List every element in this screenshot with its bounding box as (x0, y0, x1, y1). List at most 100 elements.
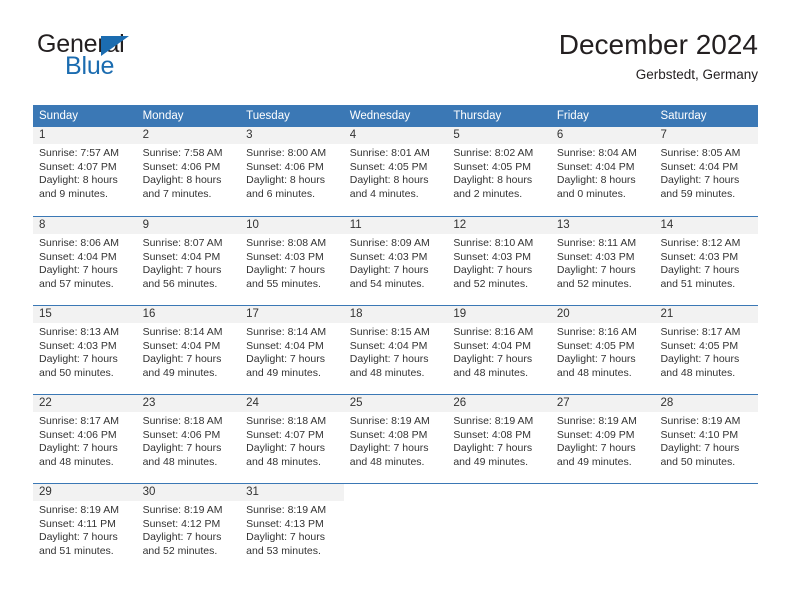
day-details: Sunrise: 8:07 AM Sunset: 4:04 PM Daylight:… (137, 234, 241, 291)
daylight-duration-line1: Daylight: 7 hours (453, 264, 533, 277)
day-details: Sunrise: 8:04 AM Sunset: 4:04 PM Daylight:… (551, 144, 655, 201)
sunset-time: Sunset: 4:04 PM (660, 160, 739, 173)
calendar-day-cell[interactable]: 26 Sunrise: 8:19 AM Sunset: 4:08 PM Dayligh… (447, 395, 551, 483)
title-block: December 2024 Gerbstedt, Germany (559, 28, 758, 85)
daylight-duration-line2: and 50 minutes. (660, 455, 736, 468)
day-number: 22 (33, 395, 137, 412)
daylight-duration-line1: Daylight: 8 hours (39, 174, 118, 187)
calendar-day-cell[interactable]: 7 Sunrise: 8:05 AM Sunset: 4:04 PM Daylight… (654, 127, 759, 216)
daylight-duration-line1: Daylight: 7 hours (349, 264, 429, 277)
calendar-day-cell[interactable]: 24 Sunrise: 8:18 AM Sunset: 4:07 PM Dayligh… (240, 395, 344, 483)
calendar-day-cell[interactable]: 2 Sunrise: 7:58 AM Sunset: 4:06 PM Daylight… (136, 127, 241, 216)
sunset-time: Sunset: 4:03 PM (39, 339, 117, 352)
sunset-time: Sunset: 4:09 PM (556, 428, 635, 441)
daylight-duration-line2: and 48 minutes. (453, 366, 529, 379)
weekday-header-row: Sunday Monday Tuesday Wednesday Thursday Frid… (33, 105, 758, 127)
daylight-duration-line1: Daylight: 7 hours (246, 442, 325, 455)
calendar-day-cell[interactable]: 23 Sunrise: 8:18 AM Sunset: 4:06 PM Dayligh… (136, 395, 241, 483)
page-title: December 2024 (558, 29, 758, 60)
calendar-empty-cell (447, 484, 551, 572)
daylight-duration-line2: and 6 minutes. (246, 187, 316, 200)
sunrise-time: Sunrise: 8:19 AM (246, 504, 327, 516)
calendar-day-cell[interactable]: 8 Sunrise: 8:06 AM Sunset: 4:04 PM Daylight… (33, 217, 137, 305)
calendar-day-cell[interactable]: 25 Sunrise: 8:19 AM Sunset: 4:08 PM Dayligh… (343, 395, 448, 483)
calendar-day-cell[interactable]: 9 Sunrise: 8:07 AM Sunset: 4:04 PM Daylight… (136, 217, 241, 305)
sunset-time: Sunset: 4:10 PM (660, 428, 739, 441)
sunrise-time: Sunrise: 8:19 AM (39, 504, 119, 516)
calendar-day-cell[interactable]: 1 Sunrise: 7:57 AM Sunset: 4:07 PM Daylight… (33, 127, 137, 216)
day-number: 23 (136, 395, 241, 412)
calendar-day-cell[interactable]: 30 Sunrise: 8:19 AM Sunset: 4:12 PM Dayligh… (136, 484, 241, 572)
calendar-day-cell[interactable]: 31 Sunrise: 8:19 AM Sunset: 4:13 PM Dayligh… (240, 484, 344, 572)
daylight-duration-line1: Daylight: 7 hours (142, 353, 222, 366)
calendar-day-cell[interactable]: 21 Sunrise: 8:17 AM Sunset: 4:05 PM Dayligh… (654, 306, 759, 394)
calendar-day-cell[interactable]: 4 Sunrise: 8:01 AM Sunset: 4:05 PM Daylight… (343, 127, 448, 216)
sunset-time: Sunset: 4:04 PM (142, 339, 221, 352)
sunrise-time: Sunrise: 8:16 AM (453, 326, 534, 338)
sunset-time: Sunset: 4:06 PM (142, 160, 221, 173)
calendar-day-cell[interactable]: 20 Sunrise: 8:16 AM Sunset: 4:05 PM Dayligh… (550, 306, 655, 394)
daylight-duration-line1: Daylight: 8 hours (453, 174, 533, 187)
calendar-day-cell[interactable]: 3 Sunrise: 8:00 AM Sunset: 4:06 PM Daylight… (240, 127, 344, 216)
day-details: Sunrise: 8:01 AM Sunset: 4:05 PM Daylight:… (344, 144, 448, 201)
daylight-duration-line2: and 51 minutes. (660, 277, 736, 290)
day-number (551, 484, 655, 501)
sunrise-time: Sunrise: 8:18 AM (142, 415, 223, 427)
sunrise-time: Sunrise: 8:19 AM (556, 415, 637, 427)
day-details: Sunrise: 8:15 AM Sunset: 4:04 PM Daylight:… (344, 323, 448, 380)
daylight-duration-line1: Daylight: 7 hours (556, 442, 636, 455)
daylight-duration-line2: and 48 minutes. (349, 455, 425, 468)
day-details: Sunrise: 8:14 AM Sunset: 4:04 PM Daylight:… (240, 323, 344, 380)
calendar-page: General Blue December 2024 Gerbstedt, Ge… (0, 0, 792, 612)
calendar-day-cell[interactable]: 6 Sunrise: 8:04 AM Sunset: 4:04 PM Daylight… (550, 127, 655, 216)
calendar-week-row: 22 Sunrise: 8:17 AM Sunset: 4:06 PM Dayligh… (33, 394, 759, 483)
day-number: 16 (136, 306, 241, 323)
daylight-duration-line2: and 48 minutes. (246, 455, 321, 468)
page-header: General Blue December 2024 Gerbstedt, Ge… (33, 28, 758, 96)
calendar-day-cell[interactable]: 17 Sunrise: 8:14 AM Sunset: 4:04 PM Dayligh… (240, 306, 344, 394)
day-number: 10 (240, 217, 344, 234)
day-number: 15 (33, 306, 137, 323)
day-details: Sunrise: 8:12 AM Sunset: 4:03 PM Daylight:… (654, 234, 758, 291)
calendar-day-cell[interactable]: 5 Sunrise: 8:02 AM Sunset: 4:05 PM Daylight… (447, 127, 551, 216)
calendar-day-cell[interactable]: 16 Sunrise: 8:14 AM Sunset: 4:04 PM Dayligh… (136, 306, 241, 394)
day-details: Sunrise: 8:14 AM Sunset: 4:04 PM Daylight:… (137, 323, 241, 380)
calendar-day-cell[interactable]: 10 Sunrise: 8:08 AM Sunset: 4:03 PM Dayligh… (240, 217, 344, 305)
sunrise-time: Sunrise: 8:17 AM (39, 415, 119, 427)
sunrise-time: Sunrise: 8:01 AM (349, 147, 430, 159)
daylight-duration-line2: and 48 minutes. (660, 366, 736, 379)
daylight-duration-line1: Daylight: 7 hours (246, 264, 325, 277)
daylight-duration-line2: and 52 minutes. (556, 277, 632, 290)
sunrise-time: Sunrise: 8:19 AM (453, 415, 534, 427)
general-blue-logo: General Blue (37, 32, 167, 84)
calendar-grid: Sunday Monday Tuesday Wednesday Thursday Frid… (33, 105, 759, 572)
sunset-time: Sunset: 4:07 PM (246, 428, 324, 441)
sunset-time: Sunset: 4:11 PM (39, 517, 116, 530)
daylight-duration-line1: Daylight: 7 hours (39, 442, 118, 455)
sunrise-time: Sunrise: 8:11 AM (556, 237, 637, 249)
day-details: Sunrise: 7:58 AM Sunset: 4:06 PM Daylight:… (137, 144, 241, 201)
daylight-duration-line1: Daylight: 7 hours (660, 174, 740, 187)
calendar-day-cell[interactable]: 28 Sunrise: 8:19 AM Sunset: 4:10 PM Dayligh… (654, 395, 759, 483)
calendar-week-row: 15 Sunrise: 8:13 AM Sunset: 4:03 PM Dayligh… (33, 305, 759, 394)
day-number: 17 (240, 306, 344, 323)
calendar-day-cell[interactable]: 13 Sunrise: 8:11 AM Sunset: 4:03 PM Dayligh… (550, 217, 655, 305)
calendar-day-cell[interactable]: 22 Sunrise: 8:17 AM Sunset: 4:06 PM Dayligh… (33, 395, 137, 483)
calendar-day-cell[interactable]: 11 Sunrise: 8:09 AM Sunset: 4:03 PM Dayligh… (343, 217, 448, 305)
calendar-day-cell[interactable]: 12 Sunrise: 8:10 AM Sunset: 4:03 PM Dayligh… (447, 217, 551, 305)
calendar-day-cell[interactable]: 19 Sunrise: 8:16 AM Sunset: 4:04 PM Dayligh… (447, 306, 551, 394)
day-number (344, 484, 448, 501)
calendar-day-cell[interactable]: 15 Sunrise: 8:13 AM Sunset: 4:03 PM Dayligh… (33, 306, 137, 394)
calendar-day-cell[interactable]: 29 Sunrise: 8:19 AM Sunset: 4:11 PM Dayligh… (33, 484, 137, 572)
sunset-time: Sunset: 4:08 PM (349, 428, 428, 441)
day-number: 13 (550, 217, 655, 234)
sunrise-time: Sunrise: 8:05 AM (660, 147, 741, 159)
calendar-empty-cell (654, 484, 758, 572)
daylight-duration-line1: Daylight: 7 hours (142, 442, 222, 455)
sunrise-time: Sunrise: 8:08 AM (246, 237, 327, 249)
calendar-day-cell[interactable]: 18 Sunrise: 8:15 AM Sunset: 4:04 PM Dayligh… (343, 306, 448, 394)
daylight-duration-line1: Daylight: 7 hours (142, 264, 222, 277)
calendar-day-cell[interactable]: 14 Sunrise: 8:12 AM Sunset: 4:03 PM Dayligh… (654, 217, 759, 305)
day-number: 27 (550, 395, 655, 412)
calendar-day-cell[interactable]: 27 Sunrise: 8:19 AM Sunset: 4:09 PM Dayligh… (550, 395, 655, 483)
